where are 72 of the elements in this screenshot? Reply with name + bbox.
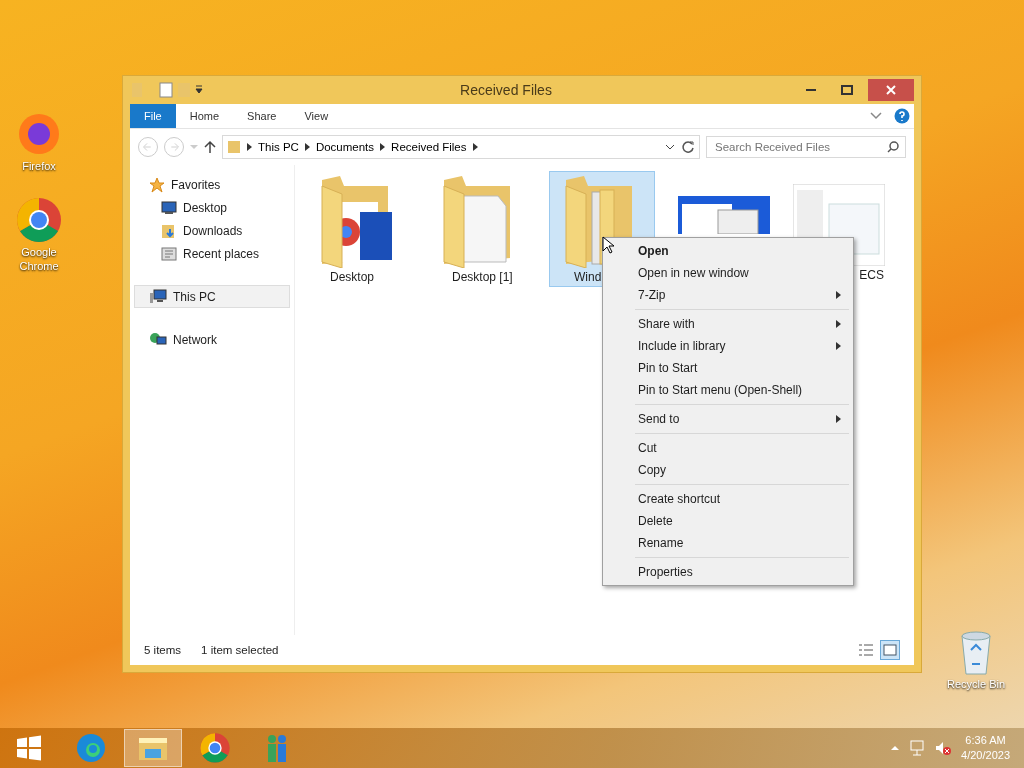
nav-item[interactable]: Network: [134, 328, 290, 351]
submenu-arrow-icon: [836, 320, 841, 328]
nav-item[interactable]: Downloads: [134, 219, 290, 242]
chrome-logo-icon: [15, 195, 63, 244]
recycle-bin-icon: [958, 630, 994, 676]
download-folder-icon: [161, 222, 177, 239]
chrome-logo-icon: [199, 732, 231, 764]
menu-item[interactable]: Cut: [605, 437, 851, 459]
menu-item[interactable]: Pin to Start menu (Open-Shell): [605, 379, 851, 401]
network-icon: [149, 331, 167, 348]
menu-item[interactable]: Send to: [605, 408, 851, 430]
minimize-icon: [806, 89, 816, 91]
dropdown-icon[interactable]: [665, 144, 675, 150]
edge-logo-icon: [75, 732, 107, 764]
folder-icon: [227, 140, 241, 154]
chevron-right-icon[interactable]: [247, 143, 252, 151]
file-name: Desktop [1]: [451, 270, 514, 284]
menu-item[interactable]: Rename: [605, 532, 851, 554]
recent-places-icon: [161, 245, 177, 262]
chevron-down-icon[interactable]: [870, 112, 882, 120]
computer-icon: [149, 288, 167, 305]
close-icon: [886, 85, 896, 95]
nav-item[interactable]: Favorites: [134, 173, 290, 196]
window-title: Received Files: [459, 82, 553, 98]
menu-item[interactable]: Create shortcut: [605, 488, 851, 510]
ribbon-tab[interactable]: File: [130, 104, 176, 128]
chevron-right-icon[interactable]: [380, 143, 386, 151]
nav-item[interactable]: This PC: [134, 285, 290, 308]
maximize-icon: [841, 85, 853, 95]
file-name: ECS: [858, 268, 884, 282]
mouse-pointer-icon: [602, 236, 614, 254]
windows-logo-icon: [16, 735, 42, 761]
taskbar-button[interactable]: [124, 729, 182, 767]
menu-item[interactable]: Share with: [605, 313, 851, 335]
speaker-muted-icon[interactable]: [935, 740, 952, 756]
menu-item[interactable]: 7-Zip: [605, 284, 851, 306]
ribbon-tab[interactable]: Share: [233, 104, 291, 128]
item-count: 5 items: [144, 644, 182, 656]
selection-count: 1 item selected: [201, 644, 279, 656]
refresh-icon[interactable]: [681, 140, 695, 154]
help-icon[interactable]: [894, 108, 910, 124]
close-button[interactable]: [868, 79, 914, 101]
nav-item[interactable]: Recent places: [134, 242, 290, 265]
ribbon-tab[interactable]: View: [290, 104, 343, 128]
chevron-right-icon[interactable]: [304, 143, 310, 151]
search-icon: [887, 141, 899, 153]
submenu-arrow-icon: [836, 342, 841, 350]
file-name: Desktop: [329, 270, 376, 284]
details-view-icon[interactable]: [858, 643, 874, 657]
breadcrumb[interactable]: Documents: [315, 141, 375, 153]
breadcrumb[interactable]: This PC: [258, 141, 299, 153]
network-icon[interactable]: [909, 740, 926, 756]
menu-item[interactable]: Copy: [605, 459, 851, 481]
breadcrumb[interactable]: Received Files: [391, 141, 467, 153]
up-arrow-icon[interactable]: [204, 140, 216, 154]
menu-item[interactable]: Include in library: [605, 335, 851, 357]
menu-item[interactable]: Pin to Start: [605, 357, 851, 379]
chevron-right-icon[interactable]: [472, 143, 478, 151]
monitor-icon: [161, 200, 177, 215]
menu-item[interactable]: Properties: [605, 561, 851, 583]
show-hidden-icons-icon[interactable]: [891, 745, 900, 751]
file-item[interactable]: Desktop: [305, 171, 411, 287]
star-icon: [149, 176, 165, 193]
large-icons-view-icon[interactable]: [880, 640, 900, 660]
ribbon-tab[interactable]: Home: [175, 104, 234, 128]
submenu-arrow-icon: [836, 415, 841, 423]
address-bar[interactable]: This PC Documents Received Files: [222, 135, 700, 159]
menu-item[interactable]: Delete: [605, 510, 851, 532]
file-item[interactable]: Desktop [1]: [427, 171, 533, 287]
submenu-arrow-icon: [836, 291, 841, 299]
search-field[interactable]: Search Received Files: [706, 136, 906, 158]
nav-item[interactable]: Desktop: [134, 196, 290, 219]
